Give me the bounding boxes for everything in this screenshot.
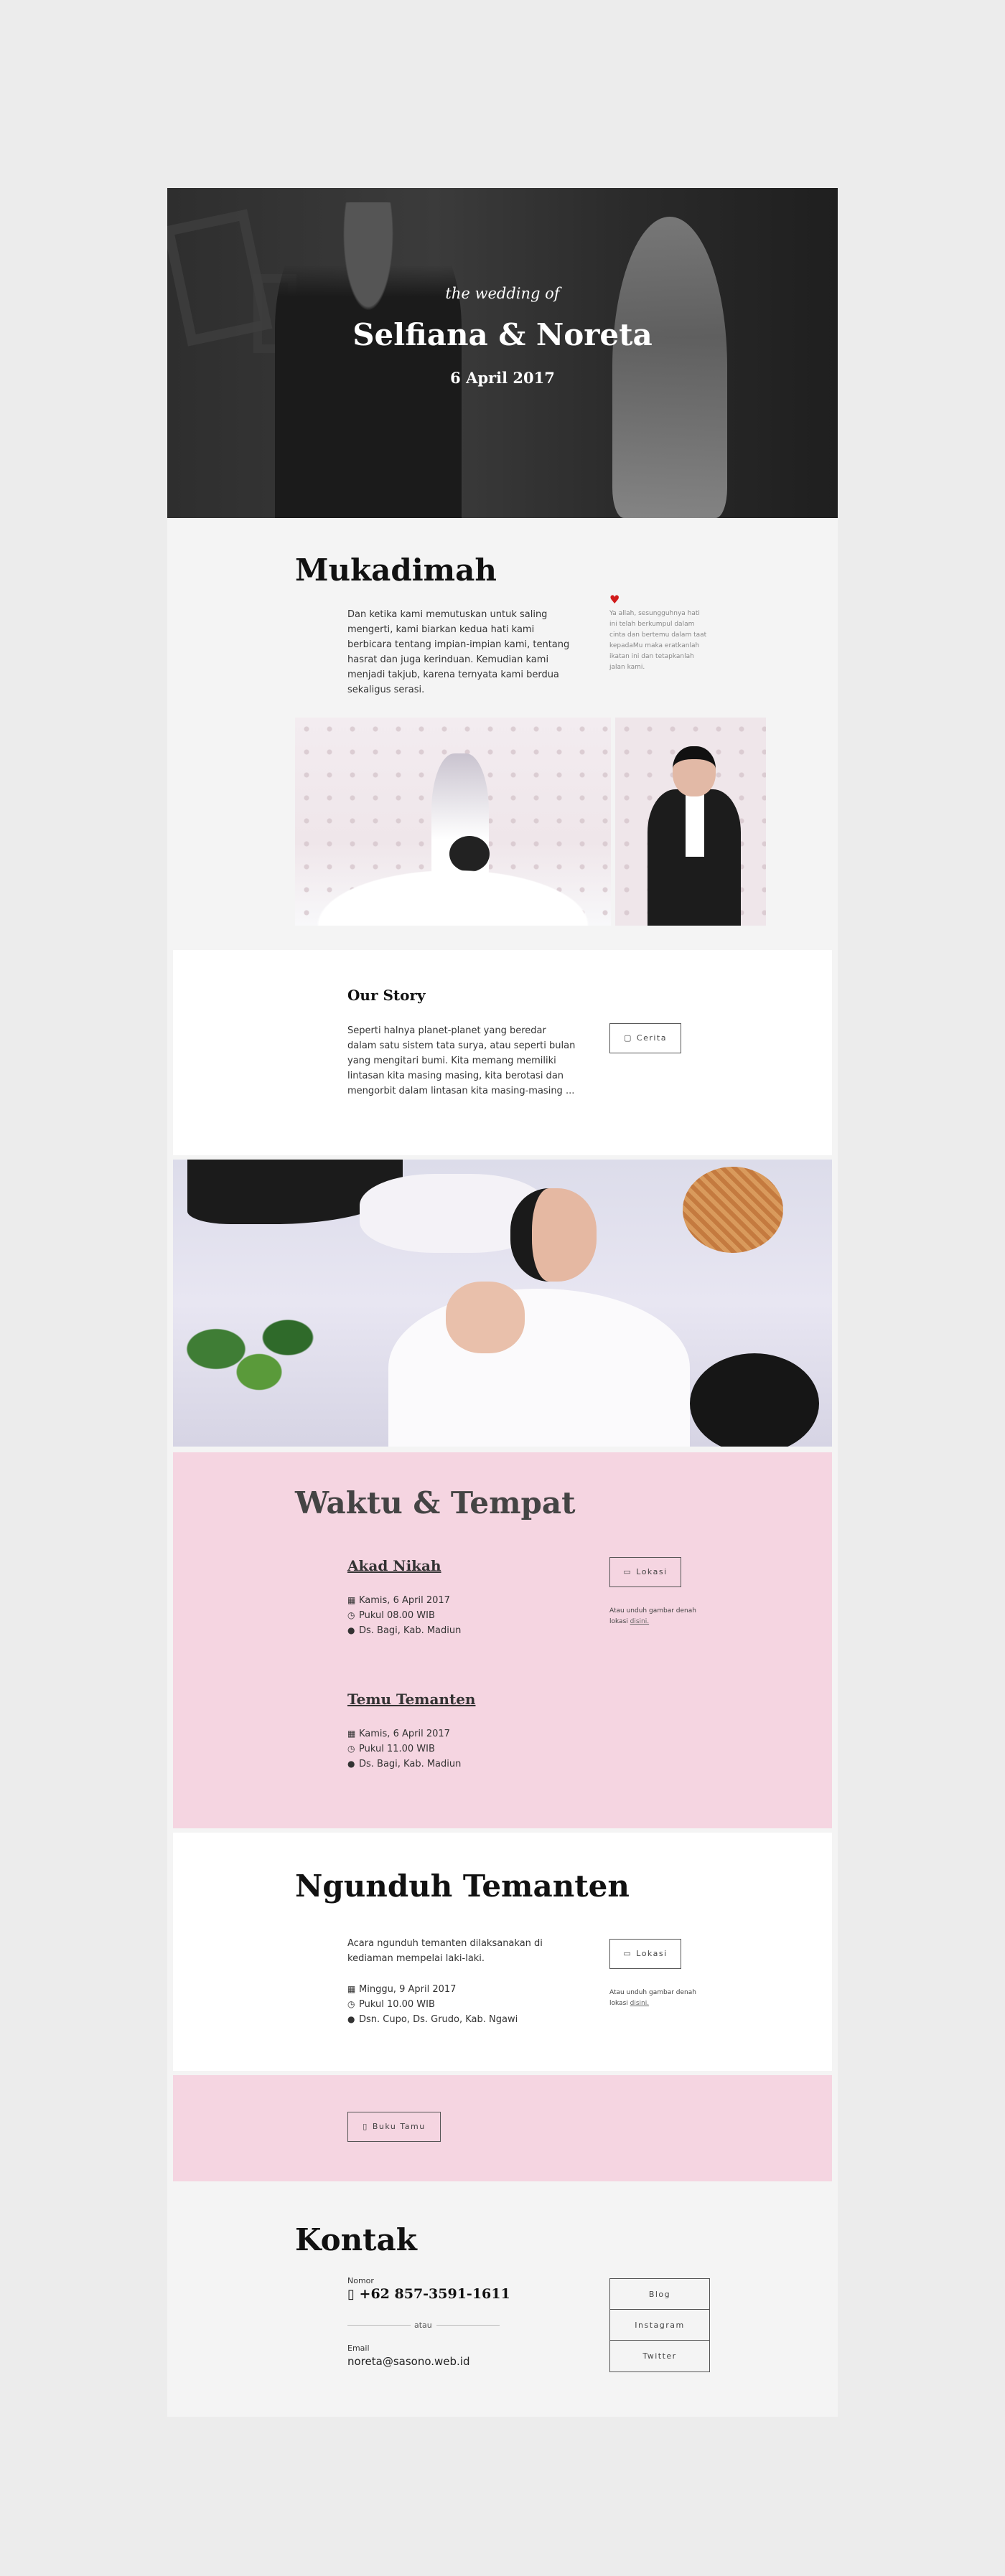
ngunduh-map-note: Atau unduh gambar denah lokasi disini. xyxy=(609,1989,696,2007)
location-icon: ● xyxy=(347,2014,355,2024)
phone-icon: ▯ xyxy=(347,2287,355,2302)
page: the wedding of Selfiana & Noreta 6 April… xyxy=(167,188,838,2417)
ngunduh-text: Acara ngunduh temanten dilaksanakan di k… xyxy=(347,1938,543,1964)
temu-title: Temu Temanten xyxy=(347,1691,476,1708)
akad-place: ● Ds. Bagi, Kab. Madiun xyxy=(347,1623,461,1638)
story-button-label: Cerita xyxy=(636,1033,667,1043)
map-icon: ▭ xyxy=(623,1949,632,1958)
map-icon: ▭ xyxy=(623,1567,632,1576)
book-icon: ▢ xyxy=(624,1033,632,1043)
groom-photo xyxy=(615,718,766,926)
ngunduh-date: ▦ Minggu, 9 April 2017 xyxy=(347,1982,456,1997)
guestbook-button-label: Buku Tamu xyxy=(372,2122,426,2131)
hero-subtitle: the wedding of xyxy=(445,285,560,302)
bride-photo xyxy=(295,718,611,926)
location-icon: ● xyxy=(347,1759,355,1769)
phone-number[interactable]: ▯ +62 857-3591-1611 xyxy=(347,2286,510,2302)
phone-label: Nomor xyxy=(347,2276,374,2285)
kontak-heading: Kontak xyxy=(295,2222,417,2257)
story-text: Seperti halnya planet-planet yang bereda… xyxy=(347,1025,576,1096)
email-label: Email xyxy=(347,2344,370,2353)
temu-date: ▦ Kamis, 6 April 2017 xyxy=(347,1726,450,1741)
guestbook-section xyxy=(173,2075,832,2181)
akad-map-note: Atau unduh gambar denah lokasi disini. xyxy=(609,1607,696,1625)
guestbook-button[interactable]: ▯ Buku Tamu xyxy=(347,2112,441,2142)
ngunduh-location-label: Lokasi xyxy=(636,1949,668,1958)
download-map-link[interactable]: disini. xyxy=(630,1618,649,1625)
instagram-link[interactable]: Instagram xyxy=(610,2310,709,2341)
clock-icon: ◷ xyxy=(347,1610,355,1620)
ngunduh-place: ● Dsn. Cupo, Ds. Grudo, Kab. Ngawi xyxy=(347,2012,518,2027)
twitter-link[interactable]: Twitter xyxy=(610,2341,709,2371)
mukadimah-text: Dan ketika kami memutuskan untuk saling … xyxy=(347,609,570,695)
ngunduh-time: ◷ Pukul 10.00 WIB xyxy=(347,1997,435,2012)
story-heading: Our Story xyxy=(347,987,426,1004)
temu-time: ◷ Pukul 11.00 WIB xyxy=(347,1741,435,1757)
calendar-icon: ▦ xyxy=(347,1595,356,1605)
clock-icon: ◷ xyxy=(347,1744,355,1754)
ngunduh-heading: Ngunduh Temanten xyxy=(295,1868,630,1904)
couple-photo xyxy=(173,1160,832,1447)
akad-title: Akad Nikah xyxy=(347,1557,441,1574)
divider xyxy=(347,2325,411,2326)
hero-banner: the wedding of Selfiana & Noreta 6 April… xyxy=(167,188,838,518)
location-icon: ● xyxy=(347,1625,355,1635)
blog-link[interactable]: Blog xyxy=(610,2279,709,2310)
social-links: Blog Instagram Twitter xyxy=(609,2278,710,2372)
ngunduh-location-button[interactable]: ▭ Lokasi xyxy=(609,1939,681,1969)
email-address[interactable]: noreta@sasono.web.id xyxy=(347,2355,470,2368)
hero-date: 6 April 2017 xyxy=(450,369,555,387)
akad-location-label: Lokasi xyxy=(636,1567,668,1576)
temu-place: ● Ds. Bagi, Kab. Madiun xyxy=(347,1757,461,1772)
or-text: atau xyxy=(414,2321,432,2330)
akad-time: ◷ Pukul 08.00 WIB xyxy=(347,1608,435,1623)
mukadimah-heading: Mukadimah xyxy=(295,553,497,588)
calendar-icon: ▦ xyxy=(347,1984,356,1994)
story-button[interactable]: ▢ Cerita xyxy=(609,1023,681,1053)
heart-icon: ♥ xyxy=(609,593,620,606)
bookmark-icon: ▯ xyxy=(363,2122,368,2131)
calendar-icon: ▦ xyxy=(347,1729,356,1739)
divider xyxy=(436,2325,500,2326)
hero-title: Selfiana & Noreta xyxy=(352,317,653,352)
akad-date: ▦ Kamis, 6 April 2017 xyxy=(347,1593,450,1608)
clock-icon: ◷ xyxy=(347,1999,355,2009)
akad-location-button[interactable]: ▭ Lokasi xyxy=(609,1557,681,1587)
download-map-link[interactable]: disini. xyxy=(630,2000,649,2007)
waktu-heading: Waktu & Tempat xyxy=(295,1485,576,1520)
mukadimah-side-note: Ya allah, sesungguhnya hati ini telah be… xyxy=(609,610,707,671)
